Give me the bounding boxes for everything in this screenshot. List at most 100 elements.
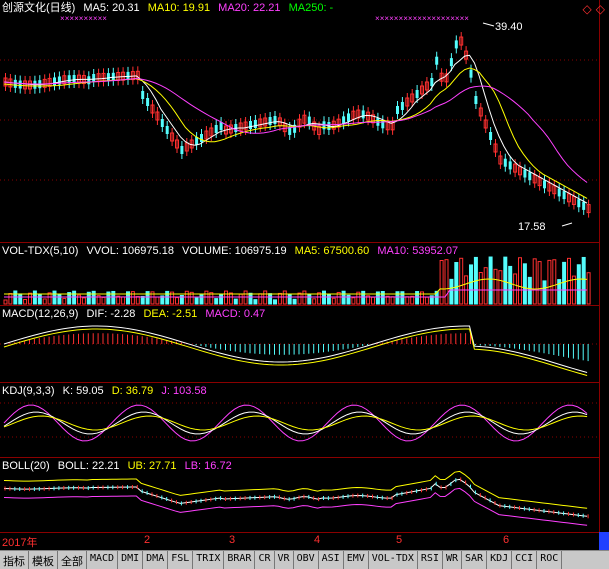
volume-bar [277,292,282,305]
volume-bar [424,296,429,305]
candle-body [400,102,404,110]
tab-emv[interactable]: EMV [344,551,369,569]
dea-value: DEA: -2.51 [143,308,198,320]
volume-bar [3,299,8,305]
candle-body [454,40,458,49]
candle-body [146,98,150,106]
volume-bar [552,259,557,305]
volume-bar [199,294,204,305]
axis-label-month-2: 2 [144,534,151,546]
tab-asi[interactable]: ASI [319,551,344,569]
high-pointer [482,22,495,27]
candle-body [165,126,169,134]
d-value: D: 36.79 [111,385,154,397]
candle-body [268,117,272,125]
close-icon[interactable]: ◇ [596,2,605,16]
boll-value: BOLL: 22.21 [57,460,120,472]
volume-bar [449,278,454,305]
volume-bar [488,256,493,305]
volume-bar [81,297,86,305]
tab-rsi[interactable]: RSI [418,551,443,569]
volume-bar [47,292,52,305]
volume-bar [312,298,317,305]
volume-bar [37,293,42,305]
lb-value: LB: 16.72 [184,460,232,472]
tab-indicators[interactable]: 指标 [0,551,29,569]
scroll-button[interactable] [599,532,609,550]
volume-bar [302,290,307,305]
low-price-label: 17.58 [518,221,546,233]
volume-bar [145,291,150,305]
macd-legend: MACD(12,26,9) DIF: -2.28 DEA: -2.51 MACD… [2,308,270,321]
candle-body [543,180,546,189]
kdj-panel[interactable]: KDJ(9,3,3) K: 59.05 D: 36.79 J: 103.58 [0,383,599,458]
volume-panel[interactable]: VOL-TDX(5,10) VVOL: 106975.18 VOLUME: 10… [0,243,599,306]
volume-bar [273,299,277,305]
candle-body [474,96,478,104]
volume-bar [547,259,552,305]
volume-bar [527,276,532,305]
volume-bar [194,297,199,305]
macd-indicator-name: MACD(12,26,9) [2,308,79,320]
volume-bar [72,290,77,305]
volume-bar [214,298,219,305]
candle-body [249,121,252,129]
restore-icon[interactable]: ◇ [583,2,592,16]
volume-bar [228,292,233,305]
price-panel[interactable]: 创源文化(日线) MA5: 20.31 MA10: 19.91 MA20: 22… [0,0,599,243]
volume-bar [32,290,37,305]
tab-trix[interactable]: TRIX [193,551,225,569]
high-price-label: 39.40 [495,21,523,33]
tab-dma[interactable]: DMA [143,551,169,569]
tab-macd[interactable]: MACD [87,551,119,569]
tab-wr[interactable]: WR [443,551,463,569]
boll-panel[interactable]: BOLL(20) BOLL: 22.21 UB: 27.71 LB: 16.72 [0,458,599,532]
volume-bar [503,256,508,305]
vol-ma5-line [4,278,588,295]
volume-bar [562,261,567,305]
tab-sar[interactable]: SAR [462,551,488,569]
volume-bar [121,296,126,305]
macd-value: MACD: 0.47 [205,308,266,320]
tab-kdj[interactable]: KDJ [487,551,513,569]
candle-body [469,69,473,78]
candle-body [92,74,96,82]
volume-bar [586,272,591,305]
tab-fsl[interactable]: FSL [168,551,194,569]
volume-bar [111,290,116,305]
volume-bar [52,290,57,305]
candle-body [489,132,493,140]
candle-body [562,191,566,200]
dif-value: DIF: -2.28 [86,308,136,320]
volume-bar [307,293,312,305]
tab-all[interactable]: 全部 [58,551,87,569]
volume-bar [258,293,263,305]
tab-brar[interactable]: BRAR [224,551,256,569]
tab-vol-tdx[interactable]: VOL-TDX [369,551,418,569]
tab-cci[interactable]: CCI [512,551,538,569]
tab-cr[interactable]: CR [255,551,275,569]
candle-body [106,73,110,82]
ma10-value: MA10: 19.91 [147,2,211,14]
volume-bar [155,296,160,305]
tab-roc[interactable]: ROC [537,551,563,569]
volume-bar [576,264,581,305]
volume-bar [542,280,547,305]
ma20-value: MA20: 22.21 [218,2,281,14]
tab-templates[interactable]: 模板 [29,551,58,569]
tab-vr[interactable]: VR [275,551,294,569]
axis-label-month-6: 6 [503,534,510,546]
dif-line [3,325,588,373]
tab-dmi[interactable]: DMI [118,551,144,569]
volume-bar [331,297,336,305]
window-controls: ◇ ◇ [579,2,605,16]
candlestick-chart[interactable]: × × × × × × × × × × × × × × × × × × × ×× × × × × × × × × × [0,0,599,242]
volume-bar [341,290,346,305]
volume-bar [444,259,449,305]
candle-body [53,77,56,86]
volume-bar [28,292,32,305]
volume-bar [513,273,518,305]
tab-obv[interactable]: OBV [294,551,319,569]
volume-bar [224,290,228,305]
macd-panel[interactable]: MACD(12,26,9) DIF: -2.28 DEA: -2.51 MACD… [0,306,599,383]
